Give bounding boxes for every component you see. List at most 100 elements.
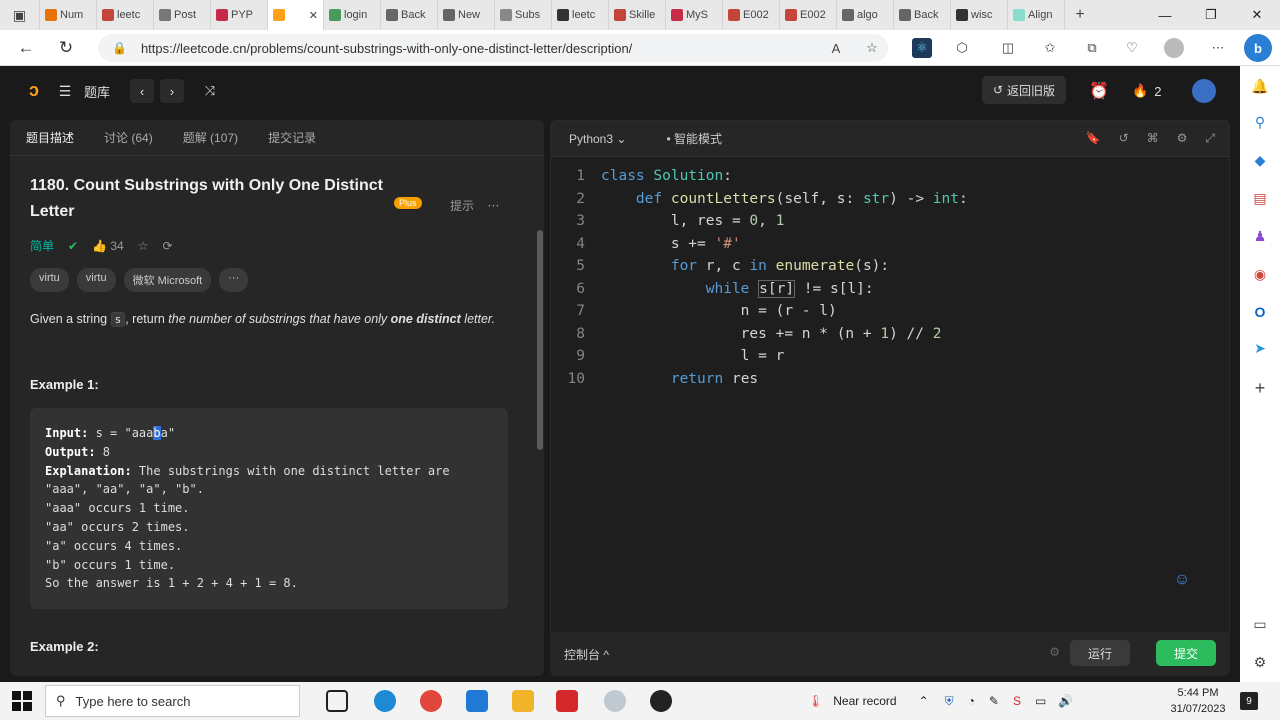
shopping-tag-icon[interactable]: ◆ (1250, 150, 1270, 170)
like-button[interactable]: 👍 34 (92, 239, 124, 253)
volume-icon[interactable]: 🔊 (1058, 694, 1073, 708)
tab-solutions[interactable]: 题解 (107) (183, 129, 238, 146)
extension-icon[interactable]: ⚛ (912, 38, 932, 58)
browser-tab[interactable]: wisc (951, 0, 1008, 30)
browser-tab[interactable]: Align (1008, 0, 1065, 30)
taskbar-search[interactable]: ⚲ Type here to search (45, 685, 300, 717)
star-icon[interactable]: ☆ (138, 239, 149, 253)
file-explorer-icon[interactable] (512, 690, 534, 712)
smart-mode-toggle[interactable]: • 智能模式 (666, 130, 722, 147)
wps-app-icon[interactable] (556, 690, 578, 712)
browser-tab[interactable]: ✕ (268, 0, 324, 30)
search-icon[interactable]: ⚲ (1250, 112, 1270, 132)
tab-description[interactable]: 题目描述 (26, 129, 74, 146)
browser-tab[interactable]: Back (381, 0, 438, 30)
panel-icon[interactable]: ▭ (1250, 614, 1270, 634)
games-icon[interactable]: ♟ (1250, 226, 1270, 246)
tab-discussion[interactable]: 讨论 (64) (104, 129, 153, 146)
weather-icon[interactable]: 🌡 (808, 694, 823, 708)
code-area[interactable]: 1 class Solution: 2 def countLetters(self… (551, 165, 1229, 390)
close-window-button[interactable]: ✕ (1234, 0, 1280, 30)
browser-tab[interactable]: PYP (211, 0, 268, 30)
browser-tab[interactable]: algo (837, 0, 894, 30)
wps-tray-icon[interactable]: S (1013, 694, 1021, 708)
shuffle-icon[interactable]: ⤨ (200, 81, 220, 101)
profile-avatar[interactable] (1164, 38, 1184, 58)
back-icon[interactable]: ← (6, 30, 46, 66)
favorites-icon[interactable]: ✩ (1040, 38, 1060, 58)
split-screen-icon[interactable]: ◫ (998, 38, 1018, 58)
tools-icon[interactable]: ▤ (1250, 188, 1270, 208)
security-icon[interactable]: ⛨ (945, 694, 954, 709)
outlook-icon[interactable]: O (1250, 302, 1270, 322)
fullscreen-icon[interactable]: ⤢ (1205, 131, 1215, 146)
submit-button[interactable]: 提交 (1156, 640, 1216, 666)
bing-copilot-icon[interactable]: b (1244, 34, 1272, 62)
browser-tab[interactable]: E002 (723, 0, 780, 30)
office-icon[interactable]: ◉ (1250, 264, 1270, 284)
obs-app-icon[interactable] (650, 690, 672, 712)
tab-submissions[interactable]: 提交记录 (268, 129, 316, 146)
chrome-app-icon[interactable] (420, 690, 442, 712)
puzzle-icon[interactable]: ⬡ (952, 38, 972, 58)
company-tag[interactable]: virtu (76, 268, 116, 292)
start-button[interactable] (12, 691, 32, 711)
notification-bell-icon[interactable]: 🔔 (1250, 76, 1270, 96)
browser-tab[interactable]: MyS (666, 0, 723, 30)
send-icon[interactable]: ➤ (1250, 338, 1270, 358)
console-settings-icon[interactable]: ⚙ (1049, 645, 1060, 659)
browser-tab[interactable]: Skille (609, 0, 666, 30)
leetcode-logo-icon[interactable]: ↄ (24, 80, 44, 100)
add-sidebar-icon[interactable]: + (1250, 378, 1270, 398)
shortcut-icon[interactable]: ⌘ (1147, 131, 1159, 146)
browser-tab[interactable]: New (438, 0, 495, 30)
read-aloud-icon[interactable]: A (826, 38, 846, 58)
next-problem-button[interactable]: › (160, 79, 184, 103)
weather-text[interactable]: Near record (833, 694, 896, 708)
vscode-app-icon[interactable] (466, 690, 488, 712)
more-options-icon[interactable]: ⋯ (487, 199, 499, 213)
user-avatar[interactable] (1192, 79, 1216, 103)
app-icon[interactable] (604, 690, 626, 712)
browser-tab[interactable]: Subs (495, 0, 552, 30)
new-tab-button[interactable]: + (1065, 0, 1095, 30)
restore-button[interactable]: ❐ (1188, 0, 1234, 30)
alarm-icon[interactable]: ⏰ (1088, 80, 1110, 102)
edge-app-icon[interactable] (374, 690, 396, 712)
notification-center-icon[interactable]: 9 (1240, 692, 1258, 710)
pen-icon[interactable]: ✎ (989, 694, 999, 708)
more-menu-icon[interactable]: ⋯ (1208, 38, 1228, 58)
language-select[interactable]: Python3 ⌄ (569, 132, 626, 146)
url-input[interactable]: 🔒 https://leetcode.cn/problems/count-sub… (98, 34, 888, 62)
refresh-icon[interactable]: ↻ (46, 30, 86, 66)
reset-icon[interactable]: ↺ (1119, 131, 1129, 146)
bookmark-icon[interactable]: 🔖 (1086, 131, 1101, 146)
browser-tab[interactable]: leetc (552, 0, 609, 30)
browser-tab[interactable]: Back (894, 0, 951, 30)
browser-tab[interactable]: login (324, 0, 381, 30)
browser-essentials-icon[interactable]: ♡ (1122, 38, 1142, 58)
tab-actions-button[interactable]: ▣ (0, 0, 40, 30)
collections-icon[interactable]: ⧉ (1082, 38, 1102, 58)
prev-problem-button[interactable]: ‹ (130, 79, 154, 103)
share-icon[interactable]: ⟳ (162, 239, 172, 253)
browser-tab[interactable]: Num (40, 0, 97, 30)
clock[interactable]: 5:44 PM 31/07/2023 (1168, 685, 1228, 717)
browser-tab[interactable]: Post (154, 0, 211, 30)
hint-button[interactable]: 提示 ⋯ (450, 197, 499, 214)
run-button[interactable]: 运行 (1070, 640, 1130, 666)
chat-assistant-icon[interactable]: ☺ (1169, 567, 1195, 593)
task-view-icon[interactable] (326, 690, 348, 712)
settings-gear-icon[interactable]: ⚙ (1250, 652, 1270, 672)
list-icon[interactable]: ☰ (56, 82, 74, 100)
network-icon[interactable]: ▭ (1035, 694, 1046, 708)
company-tag[interactable]: virtu (30, 268, 69, 292)
back-old-version-button[interactable]: ↺ 返回旧版 (982, 76, 1066, 104)
company-tag[interactable]: 微软 Microsoft (123, 268, 212, 292)
settings-icon[interactable]: ⚙ (1177, 131, 1188, 146)
console-toggle[interactable]: 控制台 ^ (564, 646, 609, 663)
tray-overflow-icon[interactable]: ⌃ (919, 694, 929, 708)
favorite-star-icon[interactable]: ☆ (862, 38, 882, 58)
close-tab-icon[interactable]: ✕ (309, 9, 318, 22)
description-scrollbar[interactable] (537, 230, 543, 450)
